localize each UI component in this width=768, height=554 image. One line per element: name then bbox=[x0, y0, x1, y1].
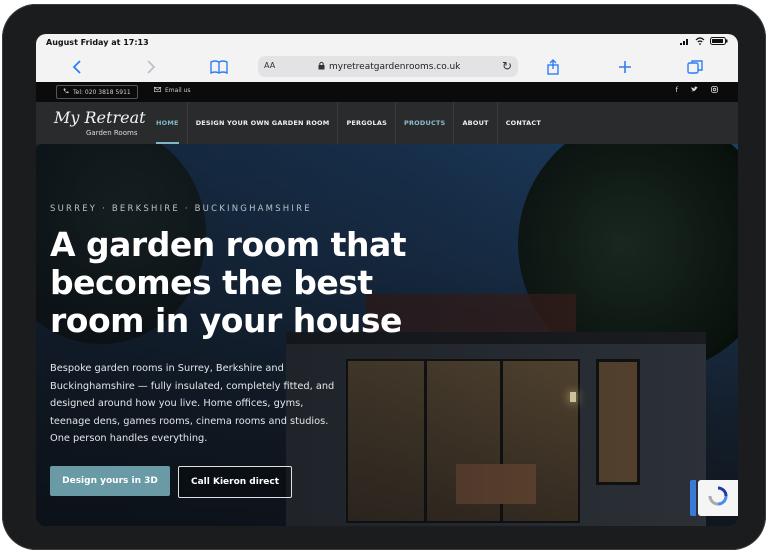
nav-menu: HOME DESIGN YOUR OWN GARDEN ROOM PERGOLA… bbox=[148, 102, 549, 144]
instagram-icon[interactable] bbox=[711, 86, 718, 95]
description-line: designed around how you live. Home offic… bbox=[50, 398, 304, 409]
system-icons bbox=[680, 37, 728, 47]
nav-home[interactable]: HOME bbox=[148, 102, 187, 144]
wifi-icon bbox=[695, 37, 705, 47]
description-line: Bespoke garden rooms in Surrey, Berkshir… bbox=[50, 363, 284, 374]
ios-status-bar: August Friday at 17:13 bbox=[36, 34, 738, 52]
headline-line: A garden room that bbox=[50, 225, 406, 264]
hero-kicker: SURREY · BERKSHIRE · BUCKINGHAMSHIRE bbox=[50, 204, 312, 214]
safari-toolbar: AA myretreatgardenrooms.co.uk ↻ bbox=[36, 52, 738, 83]
phone-icon bbox=[63, 88, 69, 96]
logo-subtitle: Garden Rooms bbox=[86, 129, 138, 137]
recaptcha-tab bbox=[690, 480, 696, 516]
recaptcha-badge[interactable] bbox=[690, 480, 738, 516]
nav-design-your-own[interactable]: DESIGN YOUR OWN GARDEN ROOM bbox=[186, 102, 338, 144]
share-icon[interactable] bbox=[542, 56, 564, 78]
email-link[interactable]: Email us bbox=[153, 86, 191, 94]
headline-line: room in your house bbox=[50, 301, 402, 340]
nav-about[interactable]: ABOUT bbox=[453, 102, 496, 144]
social-links: f bbox=[676, 86, 718, 95]
email-label: Email us bbox=[165, 87, 191, 94]
back-chevron-icon[interactable] bbox=[66, 56, 88, 78]
address-bar[interactable]: AA myretreatgardenrooms.co.uk ↻ bbox=[258, 56, 518, 77]
nav-products[interactable]: PRODUCTS bbox=[394, 102, 453, 144]
facebook-icon[interactable]: f bbox=[676, 86, 678, 95]
call-kieron-button[interactable]: Call Kieron direct bbox=[178, 466, 292, 498]
description-line: teenage dens, games rooms, cinema rooms … bbox=[50, 415, 329, 427]
reload-icon[interactable]: ↻ bbox=[502, 59, 512, 73]
ipad-frame: August Friday at 17:13 AA myretreatgarde… bbox=[2, 4, 766, 550]
envelope-icon bbox=[153, 86, 162, 94]
hero-description: Bespoke garden rooms in Surrey, Berkshir… bbox=[50, 360, 360, 448]
phone-link[interactable]: Tel: 020 3818 5911 bbox=[56, 85, 138, 99]
site-logo[interactable]: My Retreat Garden Rooms bbox=[54, 108, 146, 138]
new-tab-plus-icon[interactable] bbox=[614, 56, 636, 78]
description-line: Buckinghamshire — fully insulated, compl… bbox=[50, 380, 335, 392]
nav-pergolas[interactable]: PERGOLAS bbox=[337, 102, 395, 144]
hero-section: SURREY · BERKSHIRE · BUCKINGHAMSHIRE A g… bbox=[36, 144, 738, 526]
main-navigation: My Retreat Garden Rooms HOME DESIGN YOUR… bbox=[36, 102, 738, 144]
reader-aa-button[interactable]: AA bbox=[264, 61, 275, 70]
lock-icon bbox=[318, 61, 325, 73]
site-top-bar: Tel: 020 3818 5911 Email us f bbox=[36, 82, 738, 102]
bookmarks-book-icon[interactable] bbox=[208, 56, 230, 78]
description-line: One person handles everything. bbox=[50, 433, 208, 444]
logo-script: My Retreat bbox=[54, 108, 146, 127]
nav-contact[interactable]: CONTACT bbox=[496, 102, 549, 144]
tabs-overview-icon[interactable] bbox=[684, 56, 706, 78]
url-display: myretreatgardenrooms.co.uk bbox=[318, 61, 460, 73]
forward-chevron-icon[interactable] bbox=[140, 56, 162, 78]
url-text: myretreatgardenrooms.co.uk bbox=[329, 62, 461, 72]
hero-headline: A garden room that becomes the best room… bbox=[50, 226, 470, 340]
twitter-icon[interactable] bbox=[691, 86, 698, 95]
battery-icon bbox=[710, 37, 728, 47]
recaptcha-icon bbox=[707, 485, 729, 511]
design-3d-button[interactable]: Design yours in 3D bbox=[50, 466, 170, 496]
ipad-screen: August Friday at 17:13 AA myretreatgarde… bbox=[36, 34, 738, 526]
phone-number: Tel: 020 3818 5911 bbox=[73, 88, 131, 96]
signal-icon bbox=[680, 38, 690, 47]
status-time: August Friday at 17:13 bbox=[46, 38, 149, 47]
headline-line: becomes the best bbox=[50, 263, 373, 302]
